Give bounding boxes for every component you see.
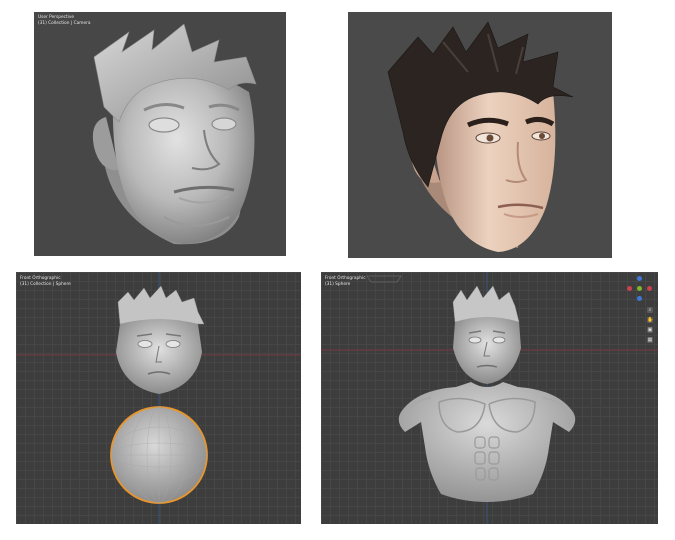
viewport-collection-label: (31) Collection | Sphere [20,282,71,287]
viewport-collection-label: (31) Collection | Camera [38,21,91,26]
navigation-gizmo-icon[interactable] [627,276,653,302]
head-and-torso-scene [321,272,658,524]
viewport-view-name: Front Orthographic [325,276,366,281]
viewport-front-orthographic-right[interactable]: Front Orthographic (31) Sphere ⌕ ✋ ▣ ▦ [321,272,658,524]
viewport-user-perspective[interactable]: User Perspective (31) Collection | Camer… [34,12,286,256]
zoom-icon[interactable]: ⌕ [647,307,653,313]
textured-head-render [387,21,574,252]
axis-z-dot[interactable] [637,276,642,281]
axis-neg-x-dot[interactable] [627,286,632,291]
viewport-view-name: Front Orthographic [20,276,61,281]
clay-head-sculpt [92,23,257,245]
viewport-front-orthographic-left[interactable]: Front Orthographic (31) Collection | Sph… [16,272,301,524]
axis-x-dot[interactable] [647,286,652,291]
axis-y-dot[interactable] [637,286,642,291]
head-and-sphere-scene [16,272,301,524]
viewport-collection-label: (31) Sphere [325,282,351,287]
grid-view-icon[interactable]: ▦ [647,337,653,343]
render-preview-textured-head [348,12,612,258]
axis-neg-z-dot[interactable] [637,296,642,301]
viewport-view-name: User Perspective [38,15,75,20]
camera-view-icon[interactable]: ▣ [647,327,653,333]
pan-hand-icon[interactable]: ✋ [647,317,653,323]
